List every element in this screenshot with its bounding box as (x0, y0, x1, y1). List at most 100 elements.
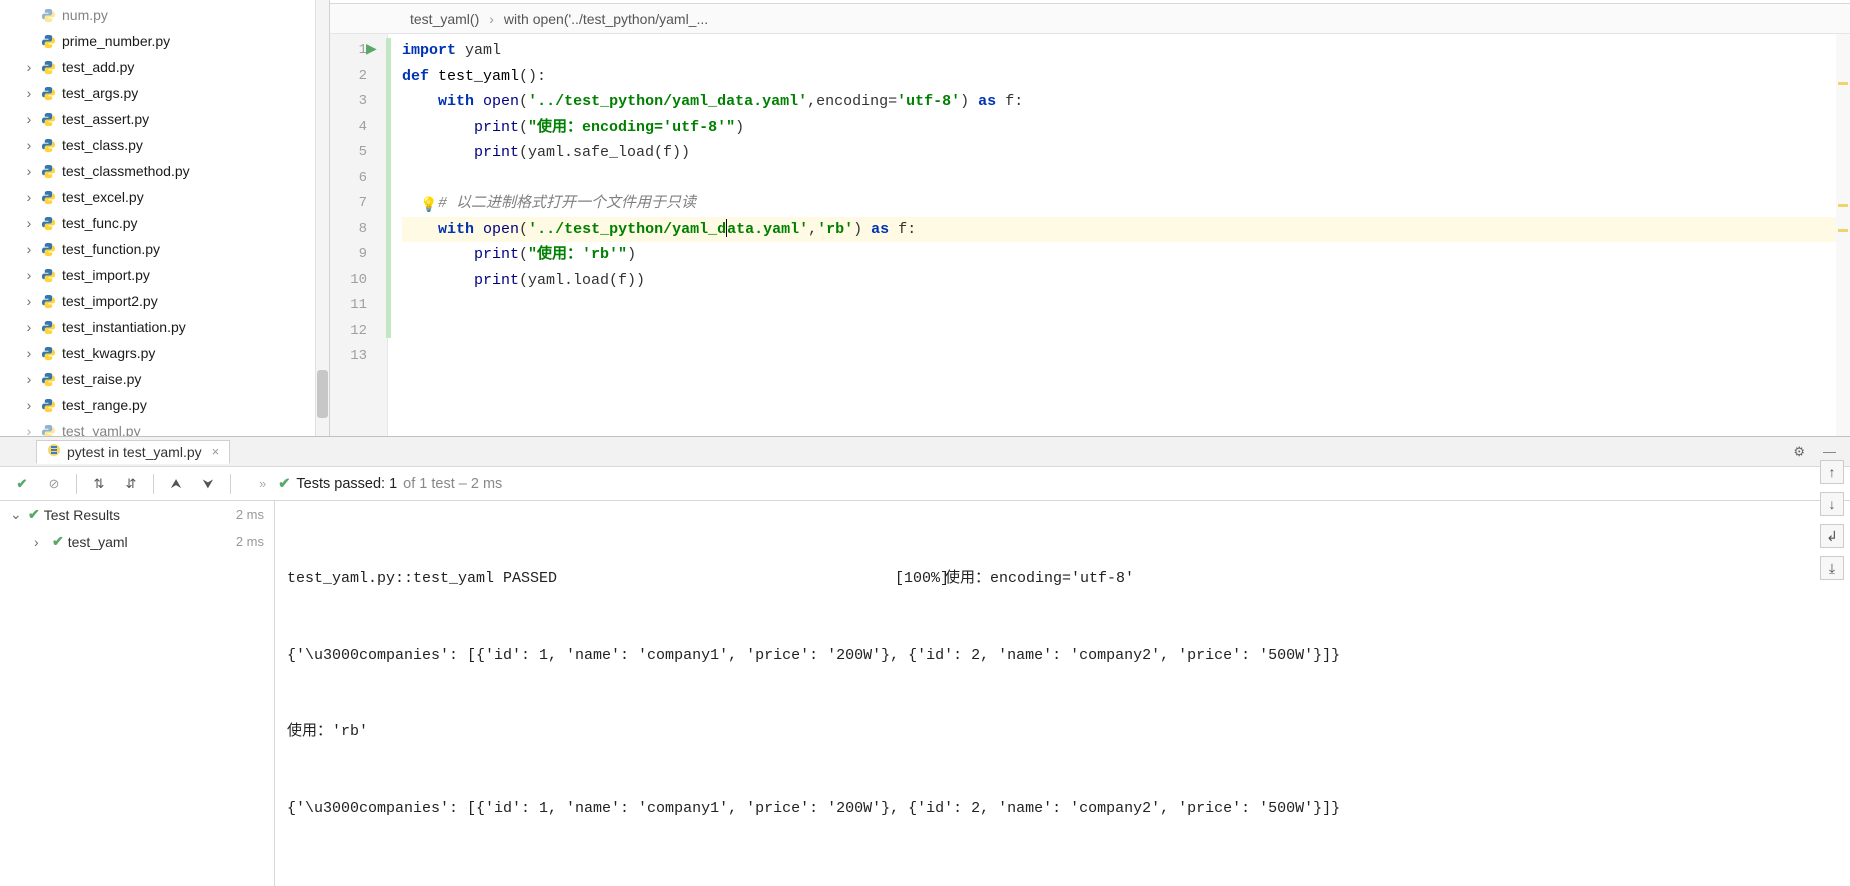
line-number[interactable]: 7 (330, 191, 387, 217)
breadcrumb[interactable]: test_yaml() › with open('../test_python/… (330, 4, 1850, 34)
test-tree[interactable]: ⌄ ✔ Test Results 2 ms › ✔ test_yaml 2 ms (0, 501, 275, 886)
scroll-up-button[interactable]: ↑ (1820, 460, 1844, 484)
scroll-to-end-button[interactable]: ⤓ (1820, 556, 1844, 580)
chevron-right-icon[interactable]: › (22, 372, 36, 386)
line-number[interactable]: 5 (330, 140, 387, 166)
chevron-right-icon[interactable]: › (22, 164, 36, 178)
close-icon[interactable]: × (212, 444, 220, 459)
chevron-right-icon[interactable]: › (22, 60, 36, 74)
line-number[interactable]: 13 (330, 344, 387, 370)
code-line[interactable] (402, 344, 1850, 370)
project-file[interactable]: ›test_kwagrs.py (0, 340, 329, 366)
gear-icon[interactable]: ⚙ (1793, 444, 1805, 460)
project-file[interactable]: › test_add.py (0, 54, 329, 80)
code-line[interactable]: print("使用：'rb'") (402, 242, 1850, 268)
code-line[interactable]: # 以二进制格式打开一个文件用于只读 (402, 191, 1850, 217)
code-line[interactable]: print(yaml.load(f)) (402, 268, 1850, 294)
python-file-icon (40, 241, 56, 257)
chevron-right-icon[interactable]: › (22, 346, 36, 360)
file-label: test_import.py (62, 267, 150, 283)
project-file[interactable]: ›test_class.py (0, 132, 329, 158)
sort-alphabetically-button[interactable]: ⇅ (85, 471, 113, 497)
project-file[interactable]: ›test_classmethod.py (0, 158, 329, 184)
line-number[interactable]: 1 (330, 38, 387, 64)
project-file[interactable]: ›num.py (0, 2, 329, 28)
project-file[interactable]: ›test_import2.py (0, 288, 329, 314)
line-number[interactable]: 11 (330, 293, 387, 319)
project-file[interactable]: ›test_args.py (0, 80, 329, 106)
minimize-icon[interactable]: — (1823, 444, 1836, 459)
test-root[interactable]: ⌄ ✔ Test Results 2 ms (0, 501, 274, 528)
run-tool-window: pytest in test_yaml.py × ⚙ — ✔ ⊘ ⇅ ⇵ ⮝ ⮟… (0, 436, 1850, 886)
console-output[interactable]: test_yaml.py::test_yaml PASSED [100%] 使用… (275, 501, 1850, 886)
console-percent: [100%] (895, 566, 949, 592)
project-file[interactable]: › test_import.py (0, 262, 329, 288)
chevron-right-icon[interactable]: › (22, 86, 36, 100)
code-line[interactable] (402, 319, 1850, 345)
project-file[interactable]: › test_function.py (0, 236, 329, 262)
code-line[interactable] (402, 293, 1850, 319)
chevron-right-icon[interactable]: › (22, 320, 36, 334)
line-number[interactable]: 12 (330, 319, 387, 345)
project-file[interactable]: ›test_range.py (0, 392, 329, 418)
code-line[interactable]: import yaml (402, 38, 1850, 64)
code-editor[interactable]: import yamldef test_yaml(): with open('.… (388, 34, 1850, 436)
soft-wrap-button[interactable]: ↲ (1820, 524, 1844, 548)
code-line[interactable] (402, 166, 1850, 192)
test-node[interactable]: › ✔ test_yaml 2 ms (0, 528, 274, 555)
line-number[interactable]: 3 (330, 89, 387, 115)
line-number[interactable]: 4 (330, 115, 387, 141)
project-scrollbar[interactable] (315, 0, 329, 436)
project-file[interactable]: ›prime_number.py (0, 28, 329, 54)
show-passed-button[interactable]: ✔ (8, 471, 36, 497)
run-gutter-icon[interactable]: ▶ (366, 40, 377, 57)
line-number[interactable]: 2 (330, 64, 387, 90)
chevron-right-icon[interactable]: › (34, 534, 48, 550)
project-file[interactable]: ›test_func.py (0, 210, 329, 236)
line-number[interactable]: 6 (330, 166, 387, 192)
chevron-right-icon[interactable]: › (22, 268, 36, 282)
chevron-right-icon[interactable]: › (22, 242, 36, 256)
chevron-right-icon[interactable]: › (22, 216, 36, 230)
project-file[interactable]: ›test_yaml.py (0, 418, 329, 436)
breadcrumb-fn[interactable]: test_yaml() (410, 11, 479, 27)
project-file[interactable]: ›test_assert.py (0, 106, 329, 132)
editor-gutter[interactable]: ▶ 12345678910111213 (330, 34, 388, 436)
file-label: prime_number.py (62, 33, 170, 49)
warning-mark[interactable] (1838, 229, 1848, 232)
collapse-all-button[interactable]: ⮟ (194, 471, 222, 497)
line-number[interactable]: 8 (330, 217, 387, 243)
project-file[interactable]: ›test_raise.py (0, 366, 329, 392)
show-ignored-button[interactable]: ⊘ (40, 471, 68, 497)
python-file-icon (40, 267, 56, 283)
code-line[interactable]: with open('../test_python/yaml_data.yaml… (402, 89, 1850, 115)
intention-bulb-icon[interactable]: 💡 (420, 196, 437, 213)
chevron-right-icon[interactable]: › (22, 294, 36, 308)
console-line: {'\u3000companies': [{'id': 1, 'name': '… (287, 643, 1838, 669)
scroll-thumb[interactable] (317, 370, 328, 418)
warning-mark[interactable] (1838, 204, 1848, 207)
warning-mark[interactable] (1838, 82, 1848, 85)
scroll-down-button[interactable]: ↓ (1820, 492, 1844, 516)
chevron-right-icon[interactable]: › (22, 138, 36, 152)
code-line[interactable]: print(yaml.safe_load(f)) (402, 140, 1850, 166)
file-label: test_function.py (62, 241, 160, 257)
line-number[interactable]: 10 (330, 268, 387, 294)
chevron-right-icon[interactable]: › (22, 112, 36, 126)
project-file[interactable]: ›test_excel.py (0, 184, 329, 210)
chevron-down-icon[interactable]: ⌄ (10, 506, 24, 523)
run-config-tab[interactable]: pytest in test_yaml.py × (36, 440, 230, 464)
breadcrumb-context[interactable]: with open('../test_python/yaml_... (504, 11, 708, 27)
code-line[interactable]: print("使用：encoding='utf-8'") (402, 115, 1850, 141)
error-stripe[interactable] (1836, 34, 1850, 436)
sort-by-duration-button[interactable]: ⇵ (117, 471, 145, 497)
project-file[interactable]: ›test_instantiation.py (0, 314, 329, 340)
chevron-right-icon[interactable]: › (22, 190, 36, 204)
code-line[interactable]: def test_yaml(): (402, 64, 1850, 90)
expand-all-button[interactable]: ⮝ (162, 471, 190, 497)
line-number[interactable]: 9 (330, 242, 387, 268)
file-label: test_add.py (62, 59, 134, 75)
code-line[interactable]: with open('../test_python/yaml_data.yaml… (402, 217, 1850, 243)
chevron-right-icon[interactable]: › (22, 398, 36, 412)
chevron-right-icon[interactable]: › (22, 424, 36, 436)
